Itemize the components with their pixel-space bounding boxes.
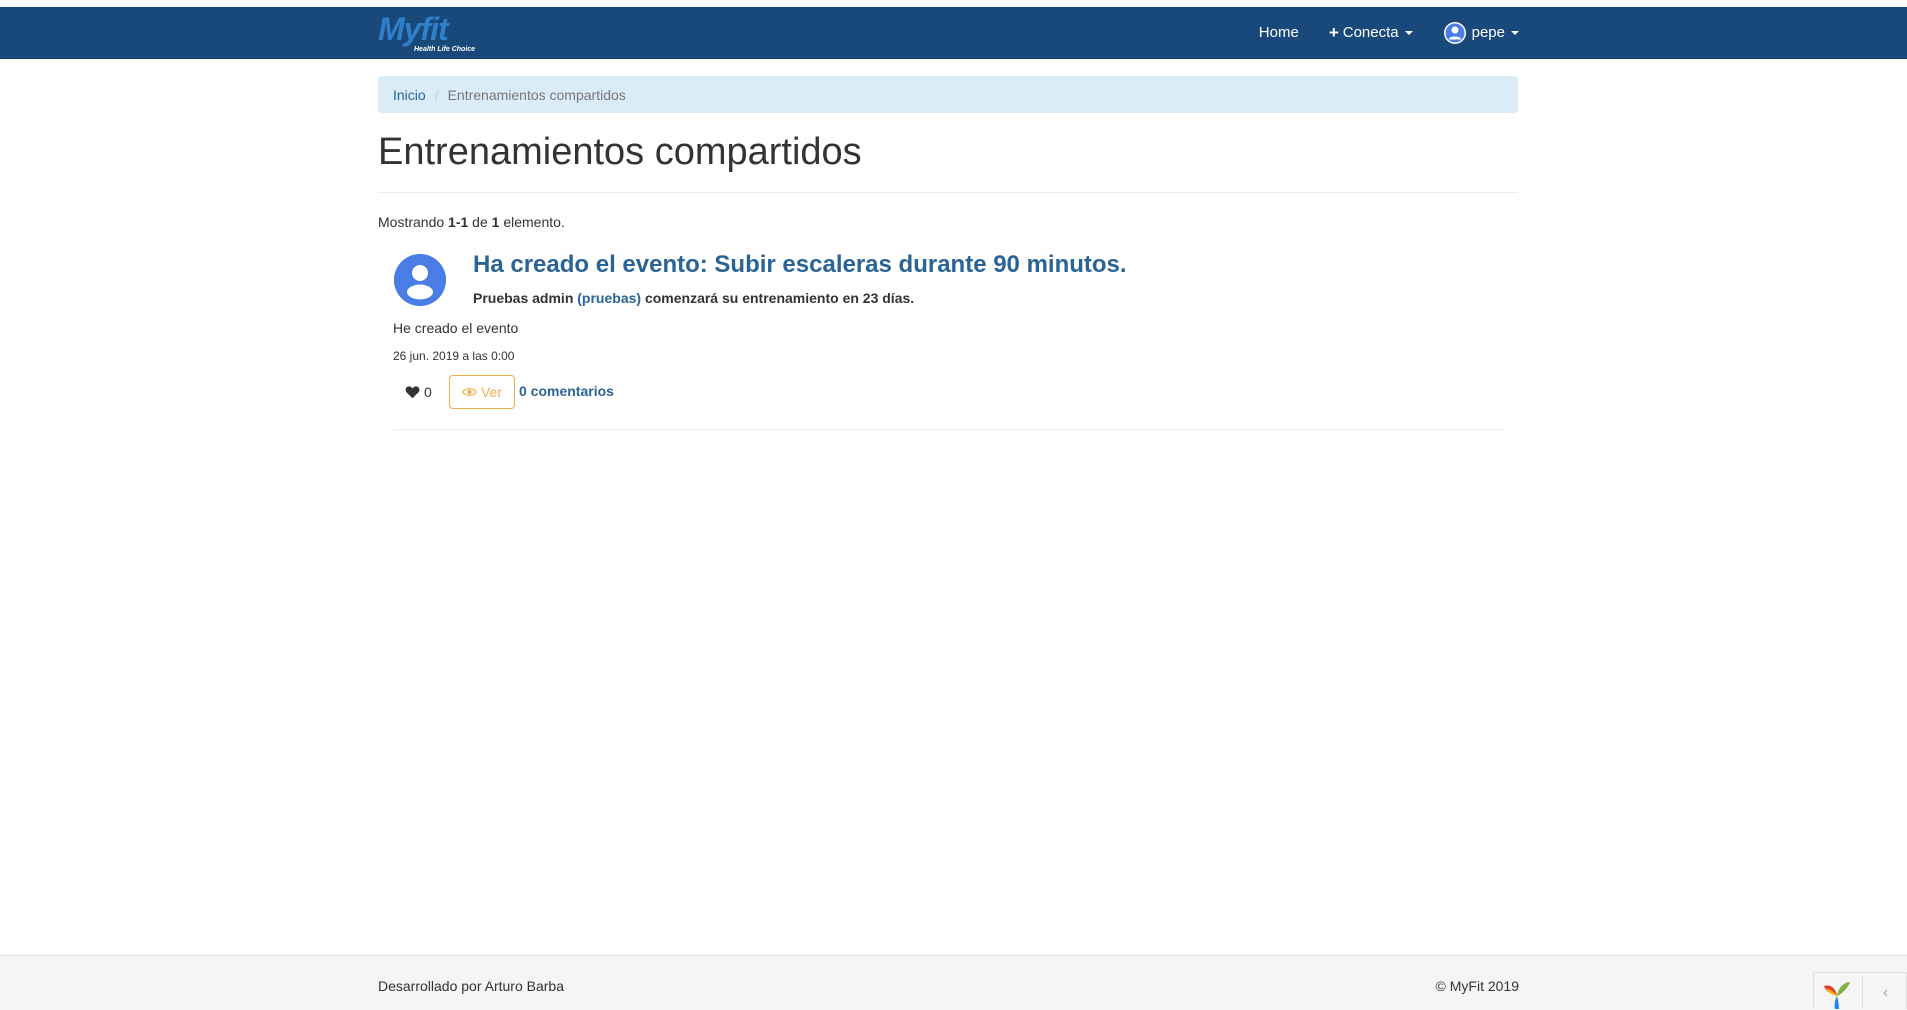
divider <box>378 192 1518 193</box>
nav-user-label: pepe <box>1471 24 1505 41</box>
footer-copyright: © MyFit 2019 <box>1435 978 1519 994</box>
post-title-link[interactable]: Ha creado el evento: Subir escaleras dur… <box>473 250 1127 280</box>
divider <box>393 429 1505 430</box>
yii-logo-icon[interactable] <box>1822 980 1852 1009</box>
view-button[interactable]: Ver <box>449 375 515 409</box>
nav-user-dropdown[interactable]: pepe <box>1428 7 1519 58</box>
logo-text: Myfit <box>378 11 449 47</box>
eye-icon <box>461 388 477 396</box>
page-title: Entrenamientos compartidos <box>378 131 862 173</box>
comments-link[interactable]: 0 comentarios <box>519 383 614 399</box>
post-meta-suffix: comenzará su entrenamiento en 23 días. <box>644 290 915 306</box>
footer: Desarrollado por Arturo Barba © MyFit 20… <box>0 955 1907 1010</box>
breadcrumb: Inicio / Entrenamientos compartidos <box>378 76 1518 113</box>
breadcrumb-separator: / <box>434 86 439 103</box>
plus-icon: + <box>1328 23 1339 42</box>
nav-conecta-label: Conecta <box>1342 24 1399 41</box>
breadcrumb-current: Entrenamientos compartidos <box>447 86 626 103</box>
caret-down-icon <box>1404 30 1413 35</box>
nav-conecta-dropdown[interactable]: + Conecta <box>1314 7 1428 58</box>
brand-logo[interactable]: Myfit Health Life Choice <box>378 7 498 58</box>
summary-middle: de <box>468 214 492 230</box>
nav-home[interactable]: Home <box>1244 7 1314 58</box>
post-author: Pruebas admin <box>473 290 574 306</box>
like-count: 0 <box>424 384 432 400</box>
post-meta: Pruebas admin (pruebas) comenzará su ent… <box>473 290 914 306</box>
post-body: He creado el evento <box>393 320 519 336</box>
summary-suffix: elemento. <box>499 214 565 230</box>
post-date: 26 jun. 2019 a las 0:00 <box>393 349 515 363</box>
summary-prefix: Mostrando <box>378 214 449 230</box>
user-avatar-icon <box>1443 21 1466 44</box>
user-icon <box>394 254 446 306</box>
summary-range: 1-1 <box>448 214 469 230</box>
logo-tagline: Health Life Choice <box>414 46 476 53</box>
debug-toggle-button[interactable]: ‹ <box>1862 976 1907 1009</box>
like-button[interactable]: 0 <box>405 384 432 400</box>
footer-credit: Desarrollado por Arturo Barba <box>378 978 564 994</box>
navbar-menu: Home + Conecta pepe <box>1244 7 1519 58</box>
post-avatar <box>394 254 446 306</box>
top-strip <box>0 0 1907 7</box>
breadcrumb-home-link[interactable]: Inicio <box>393 87 426 103</box>
caret-down-icon <box>1511 30 1519 35</box>
post-username-link[interactable]: (pruebas) <box>577 290 641 306</box>
heart-icon <box>405 386 420 399</box>
view-button-label: Ver <box>480 384 502 400</box>
nav-home-label: Home <box>1258 24 1299 41</box>
list-summary: Mostrando 1-1 de 1 elemento. <box>378 214 565 230</box>
navbar <box>0 7 1907 59</box>
